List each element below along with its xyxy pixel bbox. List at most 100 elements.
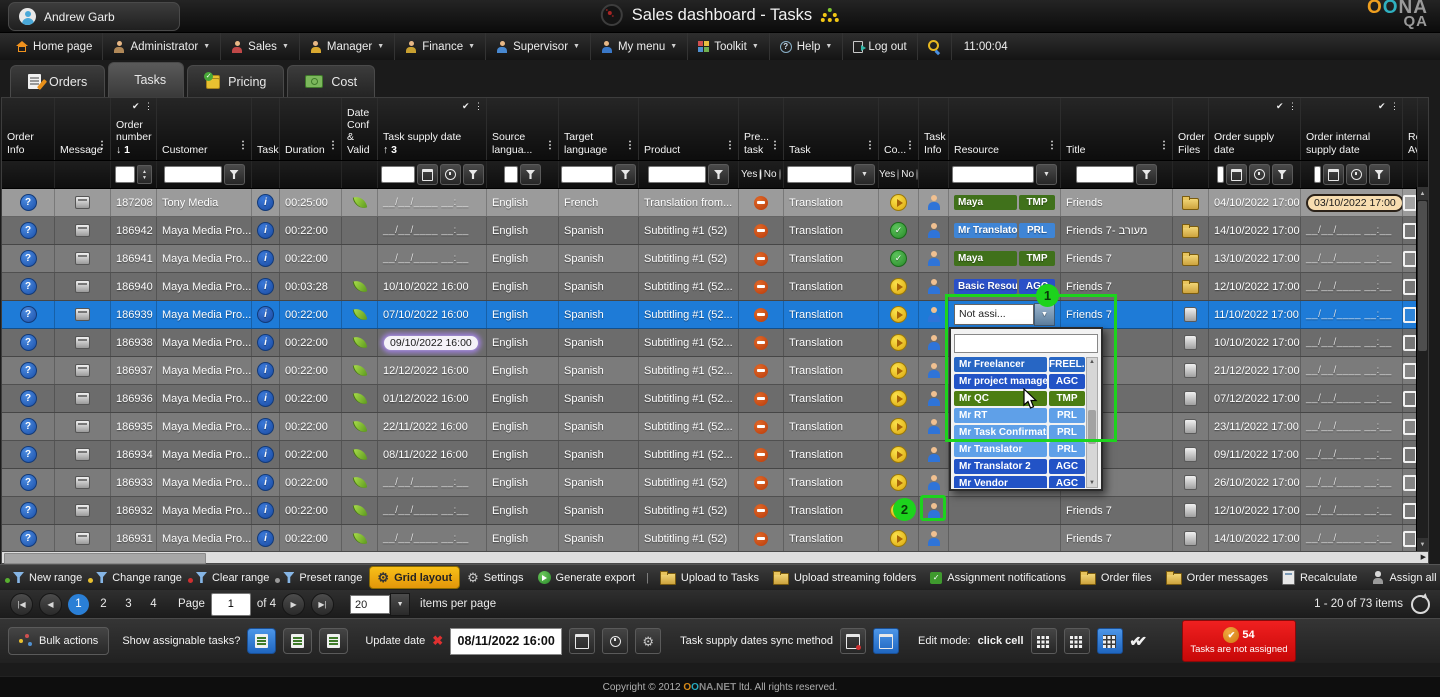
- toolbar-upload-to-tasks[interactable]: Upload to Tasks: [653, 567, 766, 588]
- file-icon[interactable]: [1184, 419, 1197, 434]
- date-filter-input[interactable]: [381, 166, 415, 183]
- column-header-target-language[interactable]: Target language⋮: [559, 98, 639, 160]
- tasks-cell[interactable]: i: [252, 413, 280, 440]
- menu-item-log-out[interactable]: Log out: [843, 33, 917, 60]
- checkbox[interactable]: [1403, 223, 1417, 239]
- task-supply-date-cell[interactable]: 12/12/2022 16:00: [378, 357, 487, 384]
- resource-option-mr-rt[interactable]: Mr RTPRL: [954, 408, 1085, 423]
- task-cell[interactable]: Translation: [784, 525, 879, 552]
- column-menu-icon[interactable]: ⋮: [1159, 140, 1169, 152]
- customer-cell[interactable]: Maya Media Pro...: [157, 357, 252, 384]
- source-language-cell[interactable]: English: [487, 301, 559, 328]
- product-cell[interactable]: Subtitling #1 (52...: [639, 357, 739, 384]
- play-status-icon[interactable]: [890, 194, 907, 211]
- task-info-icon[interactable]: i: [257, 362, 274, 379]
- task-supply-date-cell[interactable]: 01/12/2022 16:00: [378, 385, 487, 412]
- pre-task-cell[interactable]: [739, 497, 784, 524]
- duration-cell[interactable]: 00:22:00: [280, 245, 342, 272]
- product-cell[interactable]: Translation from...: [639, 189, 739, 216]
- toolbar-recalculate[interactable]: Recalculate: [1275, 567, 1364, 588]
- dropdown-scroll-down-icon[interactable]: ▼: [1087, 480, 1097, 486]
- column-menu-icon[interactable]: ⋮: [725, 140, 735, 152]
- person-icon[interactable]: [926, 223, 941, 238]
- date-calendar-button[interactable]: [569, 628, 595, 654]
- file-icon[interactable]: [1184, 391, 1197, 406]
- resource-option-mr-translator[interactable]: Mr TranslatorPRL: [954, 442, 1085, 457]
- checkbox[interactable]: [1403, 419, 1417, 435]
- order-info-cell[interactable]: ?: [2, 497, 55, 524]
- date-valid-cell[interactable]: [342, 189, 378, 216]
- order-internal-supply-date-cell[interactable]: __/__/____ __:__: [1301, 273, 1403, 300]
- task-info-cell[interactable]: [919, 245, 949, 272]
- select-filter-input[interactable]: [787, 166, 852, 183]
- file-icon[interactable]: [1184, 447, 1197, 462]
- target-language-cell[interactable]: Spanish: [559, 273, 639, 300]
- file-icon[interactable]: [1184, 503, 1197, 518]
- target-language-cell[interactable]: Spanish: [559, 413, 639, 440]
- task-info-cell[interactable]: [919, 413, 949, 440]
- order-number-cell[interactable]: 186933: [111, 469, 157, 496]
- tasks-cell[interactable]: i: [252, 525, 280, 552]
- duration-cell[interactable]: 00:22:00: [280, 301, 342, 328]
- column-menu-icon[interactable]: ⋮: [97, 140, 107, 152]
- duration-cell[interactable]: 00:22:00: [280, 469, 342, 496]
- source-language-cell[interactable]: English: [487, 413, 559, 440]
- task-cell[interactable]: Translation: [784, 469, 879, 496]
- order-supply-date-cell[interactable]: 12/10/2022 17:00: [1209, 497, 1301, 524]
- order-number-cell[interactable]: 186935: [111, 413, 157, 440]
- column-header-task-info[interactable]: Task Info: [919, 98, 949, 160]
- order-info-cell[interactable]: ?: [2, 385, 55, 412]
- target-language-cell[interactable]: Spanish: [559, 245, 639, 272]
- dropdown-button[interactable]: ▼: [1036, 164, 1057, 185]
- product-cell[interactable]: Subtitling #1 (52...: [639, 441, 739, 468]
- table-row[interactable]: ?186939Maya Media Pro...i00:22:0007/10/2…: [2, 301, 1428, 329]
- target-language-cell[interactable]: Spanish: [559, 469, 639, 496]
- prev-page-button[interactable]: ◀: [39, 593, 62, 616]
- message-cell[interactable]: [55, 301, 111, 328]
- table-row[interactable]: ?186937Maya Media Pro...i00:22:0012/12/2…: [2, 357, 1428, 385]
- customer-cell[interactable]: Maya Media Pro...: [157, 301, 252, 328]
- vertical-scroll-thumb[interactable]: [1418, 201, 1427, 351]
- pre-task-cell[interactable]: [739, 189, 784, 216]
- order-info-cell[interactable]: ?: [2, 301, 55, 328]
- task-info-icon[interactable]: i: [257, 278, 274, 295]
- folder-icon[interactable]: [1182, 282, 1199, 294]
- person-icon[interactable]: [926, 363, 941, 378]
- message-icon[interactable]: [75, 476, 90, 489]
- table-row[interactable]: ?186933Maya Media Pro...i00:22:00__/__/_…: [2, 469, 1428, 497]
- task-supply-date-cell[interactable]: 10/10/2022 16:00: [378, 273, 487, 300]
- order-info-cell[interactable]: ?: [2, 245, 55, 272]
- product-cell[interactable]: Subtitling #1 (52): [639, 525, 739, 552]
- toolbar-clear-range[interactable]: Clear range: [189, 567, 276, 588]
- tasks-cell[interactable]: i: [252, 189, 280, 216]
- order-internal-supply-date-cell[interactable]: __/__/____ __:__: [1301, 469, 1403, 496]
- sync-method-button-2[interactable]: [873, 628, 899, 654]
- order-files-cell[interactable]: [1173, 217, 1209, 244]
- confirmation-cell[interactable]: [879, 189, 919, 216]
- message-cell[interactable]: [55, 413, 111, 440]
- order-number-cell[interactable]: 186942: [111, 217, 157, 244]
- confirmation-cell[interactable]: [879, 273, 919, 300]
- message-cell[interactable]: [55, 329, 111, 356]
- message-cell[interactable]: [55, 525, 111, 552]
- order-internal-supply-date-cell[interactable]: __/__/____ __:__: [1301, 441, 1403, 468]
- tasks-cell[interactable]: i: [252, 469, 280, 496]
- pre-task-cell[interactable]: [739, 385, 784, 412]
- date-valid-cell[interactable]: [342, 525, 378, 552]
- menu-item-supervisor[interactable]: Supervisor▼: [486, 33, 591, 60]
- no-radio[interactable]: [779, 169, 781, 180]
- order-supply-date-cell[interactable]: 26/10/2022 17:00: [1209, 469, 1301, 496]
- target-language-cell[interactable]: Spanish: [559, 525, 639, 552]
- table-row[interactable]: ?186940Maya Media Pro...i00:03:2810/10/2…: [2, 273, 1428, 301]
- resource-option-mr-task-confirmati[interactable]: Mr Task Confirmati...PRL: [954, 425, 1085, 440]
- date-valid-cell[interactable]: [342, 273, 378, 300]
- edit-mode-button-3[interactable]: [1097, 628, 1123, 654]
- user-box[interactable]: Andrew Garb: [8, 2, 180, 31]
- task-info-cell[interactable]: [919, 189, 949, 216]
- menu-item-finance[interactable]: Finance▼: [395, 33, 486, 60]
- file-icon[interactable]: [1184, 475, 1197, 490]
- duration-cell[interactable]: 00:03:28: [280, 273, 342, 300]
- edit-mode-button-2[interactable]: [1064, 628, 1090, 654]
- column-header-order-files[interactable]: Order Files: [1173, 98, 1209, 160]
- order-internal-supply-date-cell[interactable]: __/__/____ __:__: [1301, 301, 1403, 328]
